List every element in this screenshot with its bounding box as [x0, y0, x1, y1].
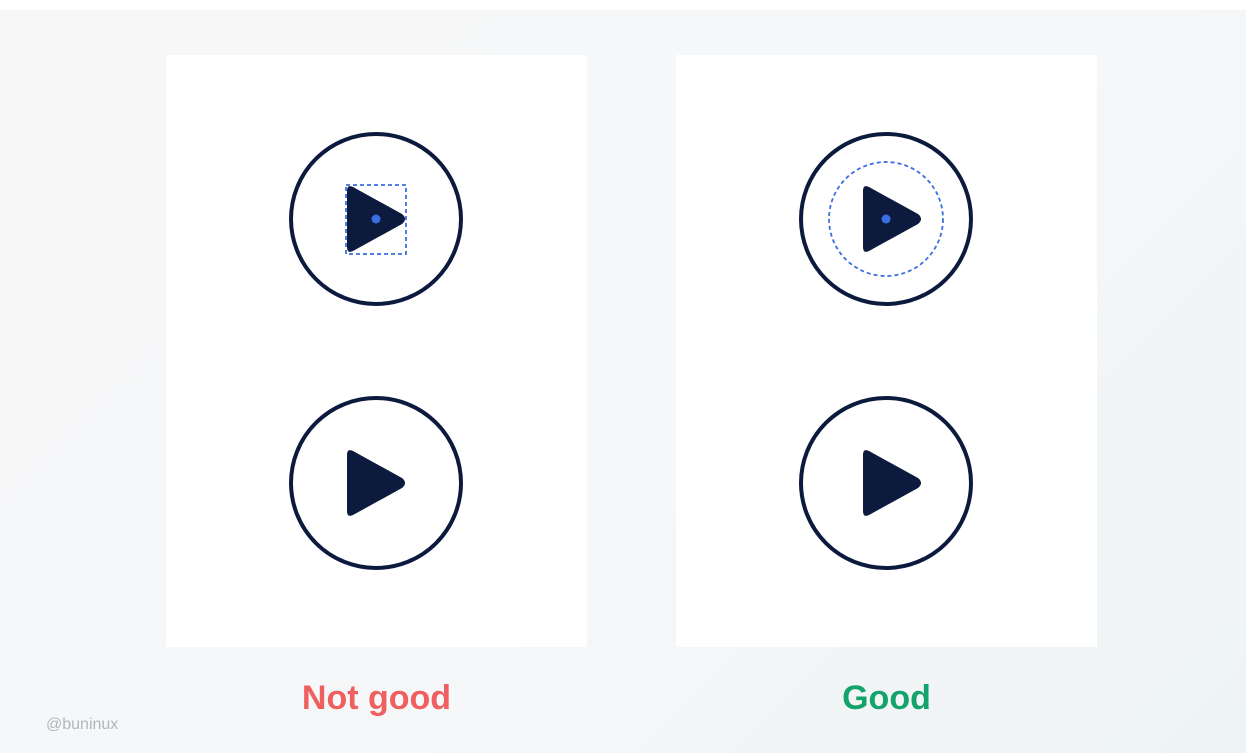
play-icon — [347, 450, 405, 516]
play-icon — [863, 450, 921, 516]
panel-good-illustration — [799, 132, 973, 570]
panel-not-good-illustration — [289, 132, 463, 570]
author-watermark: @buninux — [46, 716, 119, 733]
play-button-icon — [289, 132, 463, 306]
play-button-icon — [799, 132, 973, 306]
caption-good: Good — [842, 679, 931, 717]
play-button-icon — [289, 396, 463, 570]
panel-good — [676, 55, 1097, 647]
center-dot — [371, 214, 381, 224]
center-dot — [881, 214, 891, 224]
play-button-icon — [799, 396, 973, 570]
caption-not-good: Not good — [301, 679, 452, 717]
play-icon — [863, 186, 921, 252]
top-strip — [0, 0, 1246, 10]
panel-not-good — [166, 55, 587, 647]
